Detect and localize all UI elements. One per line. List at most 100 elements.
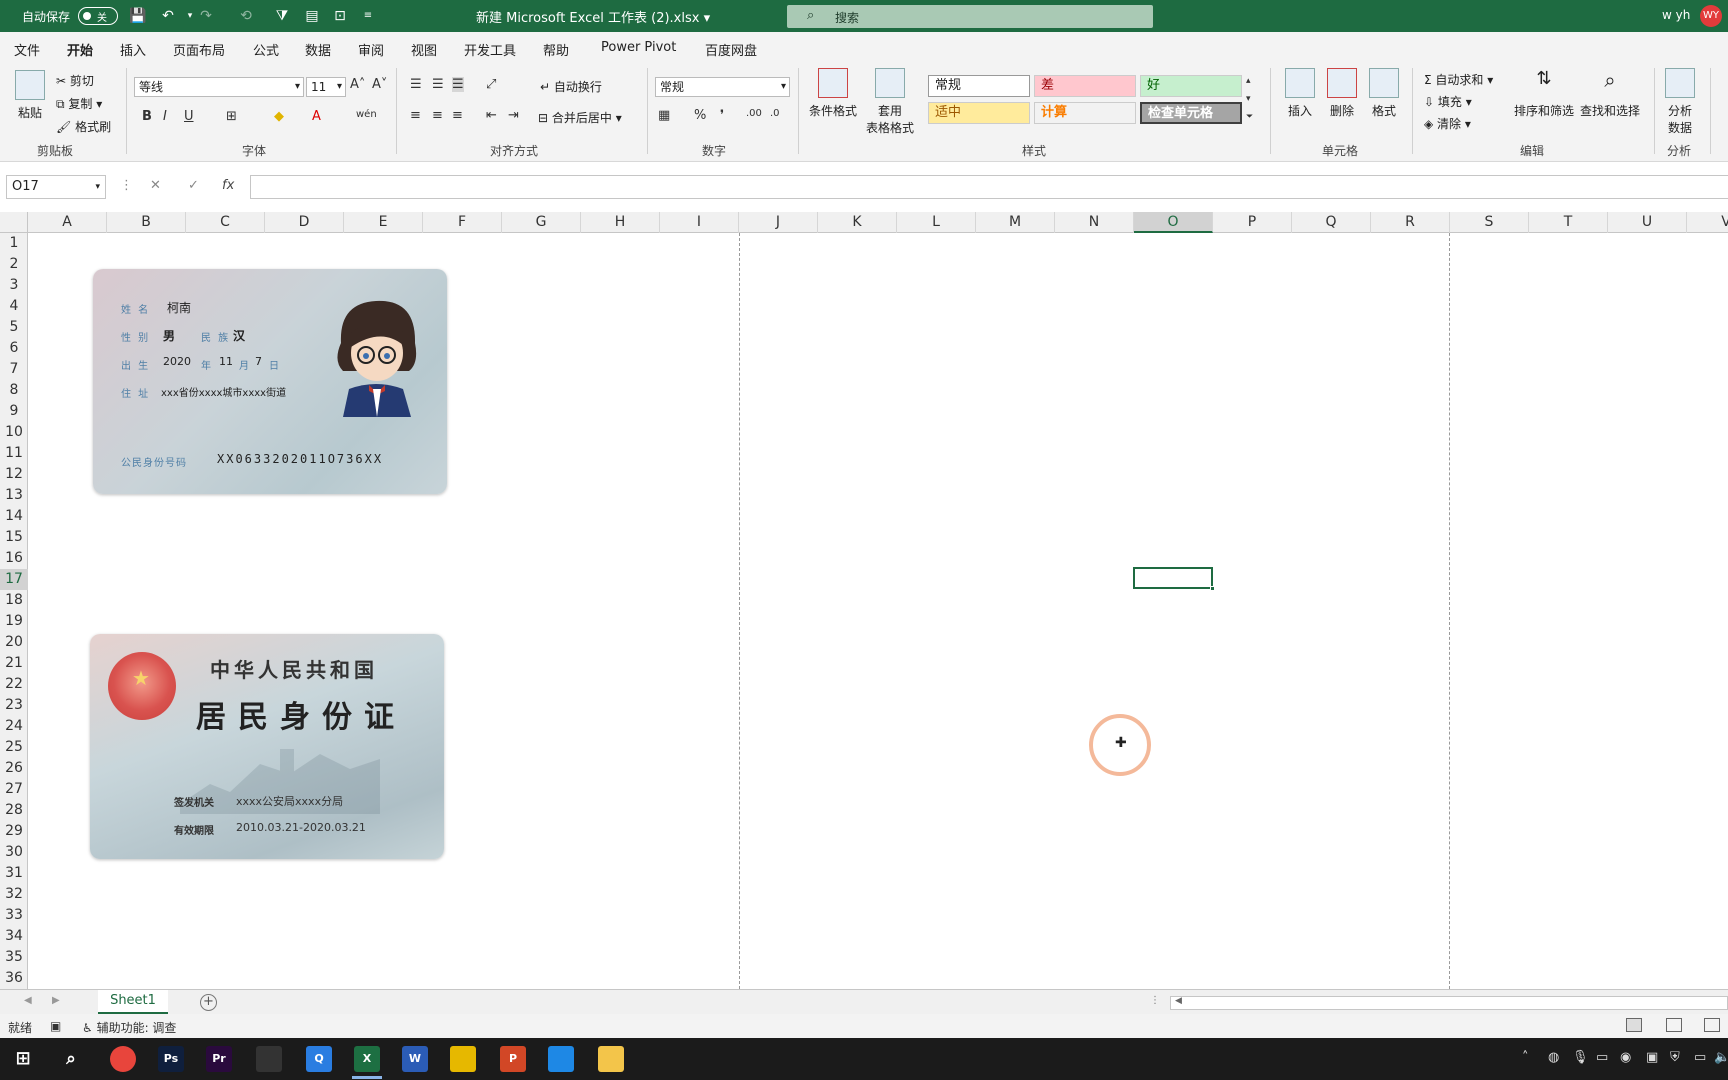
decrease-decimal-icon[interactable]: .0 xyxy=(770,108,780,119)
row-header-26[interactable]: 26 xyxy=(0,758,28,779)
column-header-p[interactable]: P xyxy=(1213,212,1292,233)
row-header-5[interactable]: 5 xyxy=(0,317,28,338)
avatar[interactable]: WY xyxy=(1700,5,1722,27)
macro-record-icon[interactable]: ▣ xyxy=(50,1019,61,1033)
row-header-16[interactable]: 16 xyxy=(0,548,28,569)
sheet-grid[interactable]: 姓 名 柯南 性 别 男 民 族 汉 出 生 2020 年 11 月 7 日 住… xyxy=(28,233,1728,989)
row-header-24[interactable]: 24 xyxy=(0,716,28,737)
microphone-icon[interactable]: 🎙 xyxy=(1572,1050,1589,1065)
row-header-15[interactable]: 15 xyxy=(0,527,28,548)
prev-sheet-icon[interactable]: ◀ xyxy=(24,995,32,1006)
page-layout-view-icon[interactable] xyxy=(1666,1018,1682,1032)
repeat-icon[interactable]: ⟲ xyxy=(236,6,256,26)
camera-icon[interactable]: ⊡ xyxy=(330,6,350,26)
column-header-b[interactable]: B xyxy=(107,212,186,233)
tab-data[interactable]: 数据 xyxy=(305,40,331,59)
fill-handle[interactable] xyxy=(1210,586,1215,591)
row-header-13[interactable]: 13 xyxy=(0,485,28,506)
format-as-table-button[interactable]: 套用 表格格式 xyxy=(860,68,920,136)
tab-home[interactable]: 开始 xyxy=(67,40,94,65)
search-icon[interactable]: ⌕ xyxy=(58,1046,84,1072)
autosave-toggle[interactable]: 关 xyxy=(78,7,118,25)
word-icon[interactable]: W xyxy=(402,1046,428,1072)
column-header-q[interactable]: Q xyxy=(1292,212,1371,233)
normal-view-icon[interactable] xyxy=(1626,1018,1642,1032)
column-header-d[interactable]: D xyxy=(265,212,344,233)
row-header-18[interactable]: 18 xyxy=(0,590,28,611)
column-header-u[interactable]: U xyxy=(1608,212,1687,233)
align-center-icon[interactable]: ≡ xyxy=(432,108,443,123)
number-format-select[interactable]: 常规 ▾ xyxy=(655,77,790,97)
column-header-i[interactable]: I xyxy=(660,212,739,233)
video-icon[interactable] xyxy=(548,1046,574,1072)
row-header-34[interactable]: 34 xyxy=(0,926,28,947)
row-header-4[interactable]: 4 xyxy=(0,296,28,317)
row-header-7[interactable]: 7 xyxy=(0,359,28,380)
orientation-icon[interactable]: ⤢ xyxy=(486,77,496,92)
undo-icon[interactable]: ↶ xyxy=(158,6,178,26)
increase-indent-icon[interactable]: ⇥ xyxy=(508,108,519,123)
row-header-31[interactable]: 31 xyxy=(0,863,28,884)
tab-file[interactable]: 文件 xyxy=(14,40,40,59)
align-right-icon[interactable]: ≡ xyxy=(452,108,463,123)
styles-more-icon[interactable]: ⏷ xyxy=(1246,112,1253,122)
column-header-v[interactable]: V xyxy=(1687,212,1728,233)
row-header-29[interactable]: 29 xyxy=(0,821,28,842)
row-header-36[interactable]: 36 xyxy=(0,968,28,989)
column-header-c[interactable]: C xyxy=(186,212,265,233)
align-bottom-icon[interactable]: ☰ xyxy=(452,77,464,92)
user-name[interactable]: w yh xyxy=(1662,8,1690,22)
tab-page-layout[interactable]: 页面布局 xyxy=(173,40,225,59)
tray-app-icon[interactable]: ▭ xyxy=(1596,1050,1608,1065)
style-calculation[interactable]: 计算 xyxy=(1034,102,1136,124)
explorer-icon[interactable] xyxy=(598,1046,624,1072)
align-left-icon[interactable]: ≡ xyxy=(410,108,421,123)
row-header-2[interactable]: 2 xyxy=(0,254,28,275)
insert-function-icon[interactable]: fx xyxy=(222,178,234,193)
sort-filter-button[interactable]: ⇅ 排序和筛选 xyxy=(1512,68,1576,119)
bold-icon[interactable]: B xyxy=(142,109,152,124)
column-header-t[interactable]: T xyxy=(1529,212,1608,233)
cancel-icon[interactable]: ✕ xyxy=(150,178,161,193)
column-header-l[interactable]: L xyxy=(897,212,976,233)
form-icon[interactable]: ▤ xyxy=(302,6,322,26)
active-cell[interactable] xyxy=(1133,567,1215,591)
tab-help[interactable]: 帮助 xyxy=(543,40,569,59)
tab-baidu-netdisk[interactable]: 百度网盘 xyxy=(705,40,757,59)
increase-decimal-icon[interactable]: .00 xyxy=(746,108,762,119)
row-header-14[interactable]: 14 xyxy=(0,506,28,527)
search-box[interactable]: ⌕ 搜索 xyxy=(787,5,1153,28)
column-header-e[interactable]: E xyxy=(344,212,423,233)
row-header-20[interactable]: 20 xyxy=(0,632,28,653)
column-header-j[interactable]: J xyxy=(739,212,818,233)
document-title[interactable]: 新建 Microsoft Excel 工作表 (2).xlsx ▾ xyxy=(476,7,710,26)
security-icon[interactable]: ⛨ xyxy=(1670,1050,1680,1065)
row-header-33[interactable]: 33 xyxy=(0,905,28,926)
row-header-1[interactable]: 1 xyxy=(0,233,28,254)
delete-cells-button[interactable]: 删除 xyxy=(1322,68,1362,119)
analyze-data-button[interactable]: 分析 数据 xyxy=(1660,68,1700,136)
network-icon[interactable]: ▭ xyxy=(1694,1050,1706,1065)
chrome-icon[interactable] xyxy=(110,1046,136,1072)
row-header-28[interactable]: 28 xyxy=(0,800,28,821)
row-header-22[interactable]: 22 xyxy=(0,674,28,695)
row-header-35[interactable]: 35 xyxy=(0,947,28,968)
tab-insert[interactable]: 插入 xyxy=(120,40,146,59)
wechat-icon[interactable]: ◉ xyxy=(1620,1050,1631,1065)
cut-button[interactable]: ✂ 剪切 xyxy=(56,72,94,89)
row-header-3[interactable]: 3 xyxy=(0,275,28,296)
tray-app-icon[interactable]: ◍ xyxy=(1548,1050,1559,1065)
row-header-12[interactable]: 12 xyxy=(0,464,28,485)
paste-button[interactable]: 粘贴 xyxy=(12,70,48,121)
comma-icon[interactable]: ❜ xyxy=(720,108,724,123)
row-header-23[interactable]: 23 xyxy=(0,695,28,716)
row-header-27[interactable]: 27 xyxy=(0,779,28,800)
style-normal[interactable]: 常规 xyxy=(928,75,1030,97)
currency-icon[interactable]: ▦ xyxy=(658,108,670,123)
font-color-icon[interactable]: A xyxy=(312,109,321,124)
underline-icon[interactable]: U xyxy=(184,109,194,124)
fill-color-icon[interactable]: ◆ xyxy=(274,109,284,124)
enter-icon[interactable]: ✓ xyxy=(188,178,199,193)
formula-options-icon[interactable]: ⋮ xyxy=(120,178,133,193)
id-card-front-image[interactable]: 姓 名 柯南 性 别 男 民 族 汉 出 生 2020 年 11 月 7 日 住… xyxy=(93,269,447,494)
